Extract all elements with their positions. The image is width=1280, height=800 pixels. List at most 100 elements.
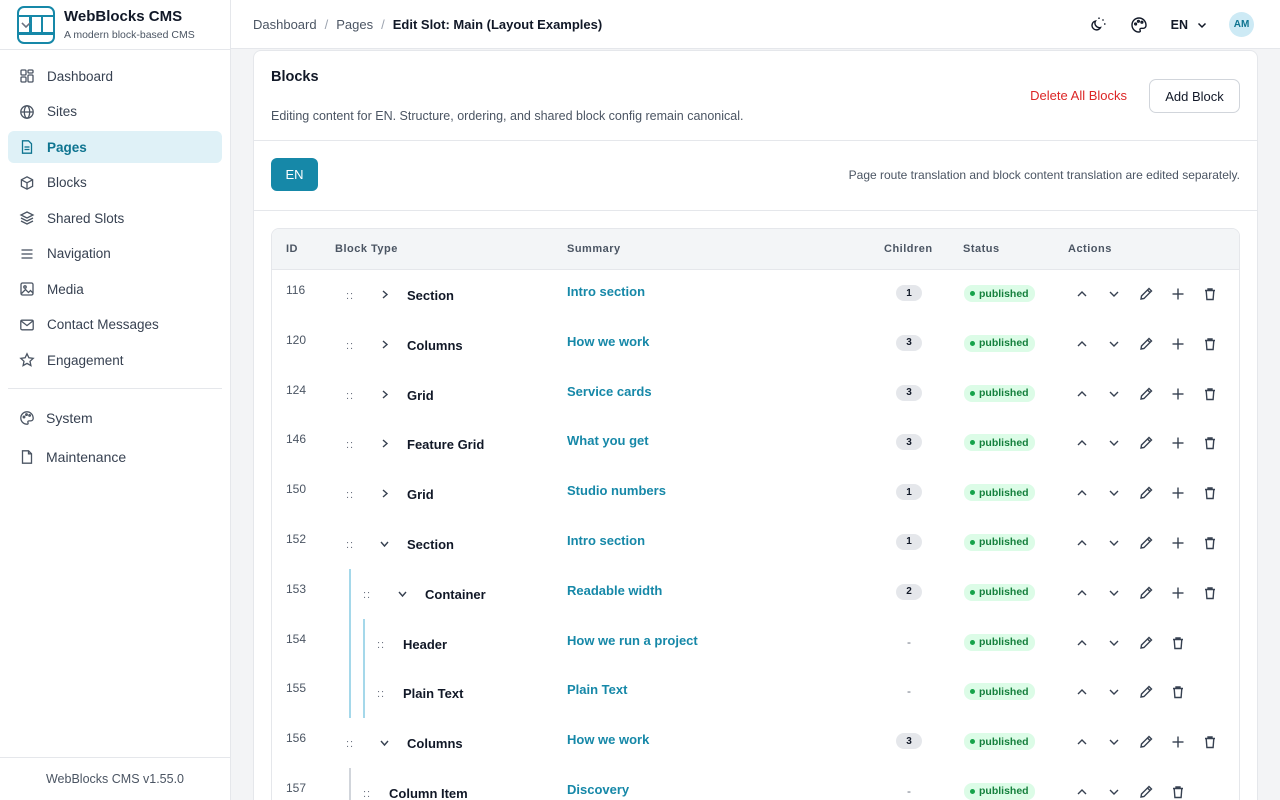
drag-handle-icon[interactable]: :: [363,788,371,800]
sidebar-item-blocks[interactable]: Blocks [8,167,222,199]
arrow-up-icon[interactable] [1074,435,1090,451]
trash-icon[interactable] [1202,734,1218,750]
chevron-right-icon[interactable] [378,338,391,351]
trash-icon[interactable] [1202,336,1218,352]
plus-icon[interactable] [1170,585,1186,601]
plus-icon[interactable] [1170,535,1186,551]
trash-icon[interactable] [1202,286,1218,302]
sidebar-item-sites[interactable]: Sites [8,96,222,128]
trash-icon[interactable] [1202,485,1218,501]
edit-icon[interactable] [1138,485,1154,501]
drag-handle-icon[interactable]: :: [346,290,354,302]
sidebar-item-media[interactable]: Media [8,273,222,305]
drag-handle-icon[interactable]: :: [346,489,354,501]
arrow-up-icon[interactable] [1074,635,1090,651]
drag-handle-icon[interactable]: :: [346,738,354,750]
arrow-up-icon[interactable] [1074,485,1090,501]
block-summary-link[interactable]: Plain Text [567,682,627,697]
language-tab-en[interactable]: EN [271,158,318,191]
block-summary-link[interactable]: Intro section [567,533,645,548]
block-summary-link[interactable]: Intro section [567,284,645,299]
arrow-down-icon[interactable] [1106,336,1122,352]
edit-icon[interactable] [1138,585,1154,601]
theme-toggle-icon[interactable] [1089,16,1107,34]
trash-icon[interactable] [1202,535,1218,551]
block-summary-link[interactable]: What you get [567,433,649,448]
edit-icon[interactable] [1138,684,1154,700]
trash-icon[interactable] [1202,585,1218,601]
edit-icon[interactable] [1138,286,1154,302]
trash-icon[interactable] [1202,435,1218,451]
plus-icon[interactable] [1170,485,1186,501]
trash-icon[interactable] [1170,684,1186,700]
trash-icon[interactable] [1170,635,1186,651]
arrow-down-icon[interactable] [1106,784,1122,800]
arrow-down-icon[interactable] [1106,386,1122,402]
sidebar-item-pages[interactable]: Pages [8,131,222,163]
user-avatar[interactable]: AM [1229,12,1254,37]
arrow-down-icon[interactable] [1106,684,1122,700]
plus-icon[interactable] [1170,286,1186,302]
sidebar-item-dashboard[interactable]: Dashboard [8,60,222,92]
block-summary-link[interactable]: Discovery [567,782,629,797]
drag-handle-icon[interactable]: :: [377,639,385,651]
sidebar-item-navigation[interactable]: Navigation [8,238,222,270]
chevron-right-icon[interactable] [378,288,391,301]
chevron-down-icon[interactable] [378,736,391,749]
drag-handle-icon[interactable]: :: [377,688,385,700]
arrow-up-icon[interactable] [1074,734,1090,750]
arrow-down-icon[interactable] [1106,535,1122,551]
drag-handle-icon[interactable]: :: [346,390,354,402]
arrow-up-icon[interactable] [1074,286,1090,302]
brand[interactable]: WebBlocks CMS A modern block-based CMS [0,0,230,50]
plus-icon[interactable] [1170,386,1186,402]
edit-icon[interactable] [1138,435,1154,451]
breadcrumb-dashboard[interactable]: Dashboard [253,17,317,32]
drag-handle-icon[interactable]: :: [346,340,354,352]
arrow-up-icon[interactable] [1074,684,1090,700]
sidebar-group-system[interactable]: System [8,22,222,435]
trash-icon[interactable] [1170,784,1186,800]
block-summary-link[interactable]: Studio numbers [567,483,666,498]
sidebar-item-engagement[interactable]: Engagement [8,344,222,376]
add-block-button[interactable]: Add Block [1149,79,1240,113]
chevron-down-icon[interactable] [396,587,409,600]
arrow-up-icon[interactable] [1074,585,1090,601]
delete-all-blocks-button[interactable]: Delete All Blocks [1030,88,1127,103]
arrow-down-icon[interactable] [1106,734,1122,750]
drag-handle-icon[interactable]: :: [363,589,371,601]
arrow-up-icon[interactable] [1074,386,1090,402]
breadcrumb-pages[interactable]: Pages [336,17,373,32]
chevron-right-icon[interactable] [378,437,391,450]
drag-handle-icon[interactable]: :: [346,539,354,551]
edit-icon[interactable] [1138,784,1154,800]
edit-icon[interactable] [1138,336,1154,352]
edit-icon[interactable] [1138,386,1154,402]
sidebar-group-maintenance[interactable]: Maintenance [8,22,222,474]
arrow-up-icon[interactable] [1074,535,1090,551]
sidebar-item-shared-slots[interactable]: Shared Slots [8,202,222,234]
arrow-down-icon[interactable] [1106,435,1122,451]
language-select[interactable]: EN [1171,18,1208,32]
chevron-down-icon[interactable] [378,537,391,550]
drag-handle-icon[interactable]: :: [346,439,354,451]
palette-icon[interactable] [1130,16,1148,34]
arrow-down-icon[interactable] [1106,635,1122,651]
edit-icon[interactable] [1138,635,1154,651]
arrow-down-icon[interactable] [1106,585,1122,601]
trash-icon[interactable] [1202,386,1218,402]
plus-icon[interactable] [1170,435,1186,451]
block-summary-link[interactable]: How we work [567,334,649,349]
plus-icon[interactable] [1170,336,1186,352]
arrow-up-icon[interactable] [1074,784,1090,800]
plus-icon[interactable] [1170,734,1186,750]
block-summary-link[interactable]: Service cards [567,384,652,399]
arrow-down-icon[interactable] [1106,286,1122,302]
chevron-right-icon[interactable] [378,388,391,401]
arrow-up-icon[interactable] [1074,336,1090,352]
edit-icon[interactable] [1138,535,1154,551]
block-summary-link[interactable]: How we run a project [567,633,698,648]
chevron-right-icon[interactable] [378,487,391,500]
block-summary-link[interactable]: Readable width [567,583,662,598]
sidebar-item-contact-messages[interactable]: Contact Messages [8,309,222,341]
